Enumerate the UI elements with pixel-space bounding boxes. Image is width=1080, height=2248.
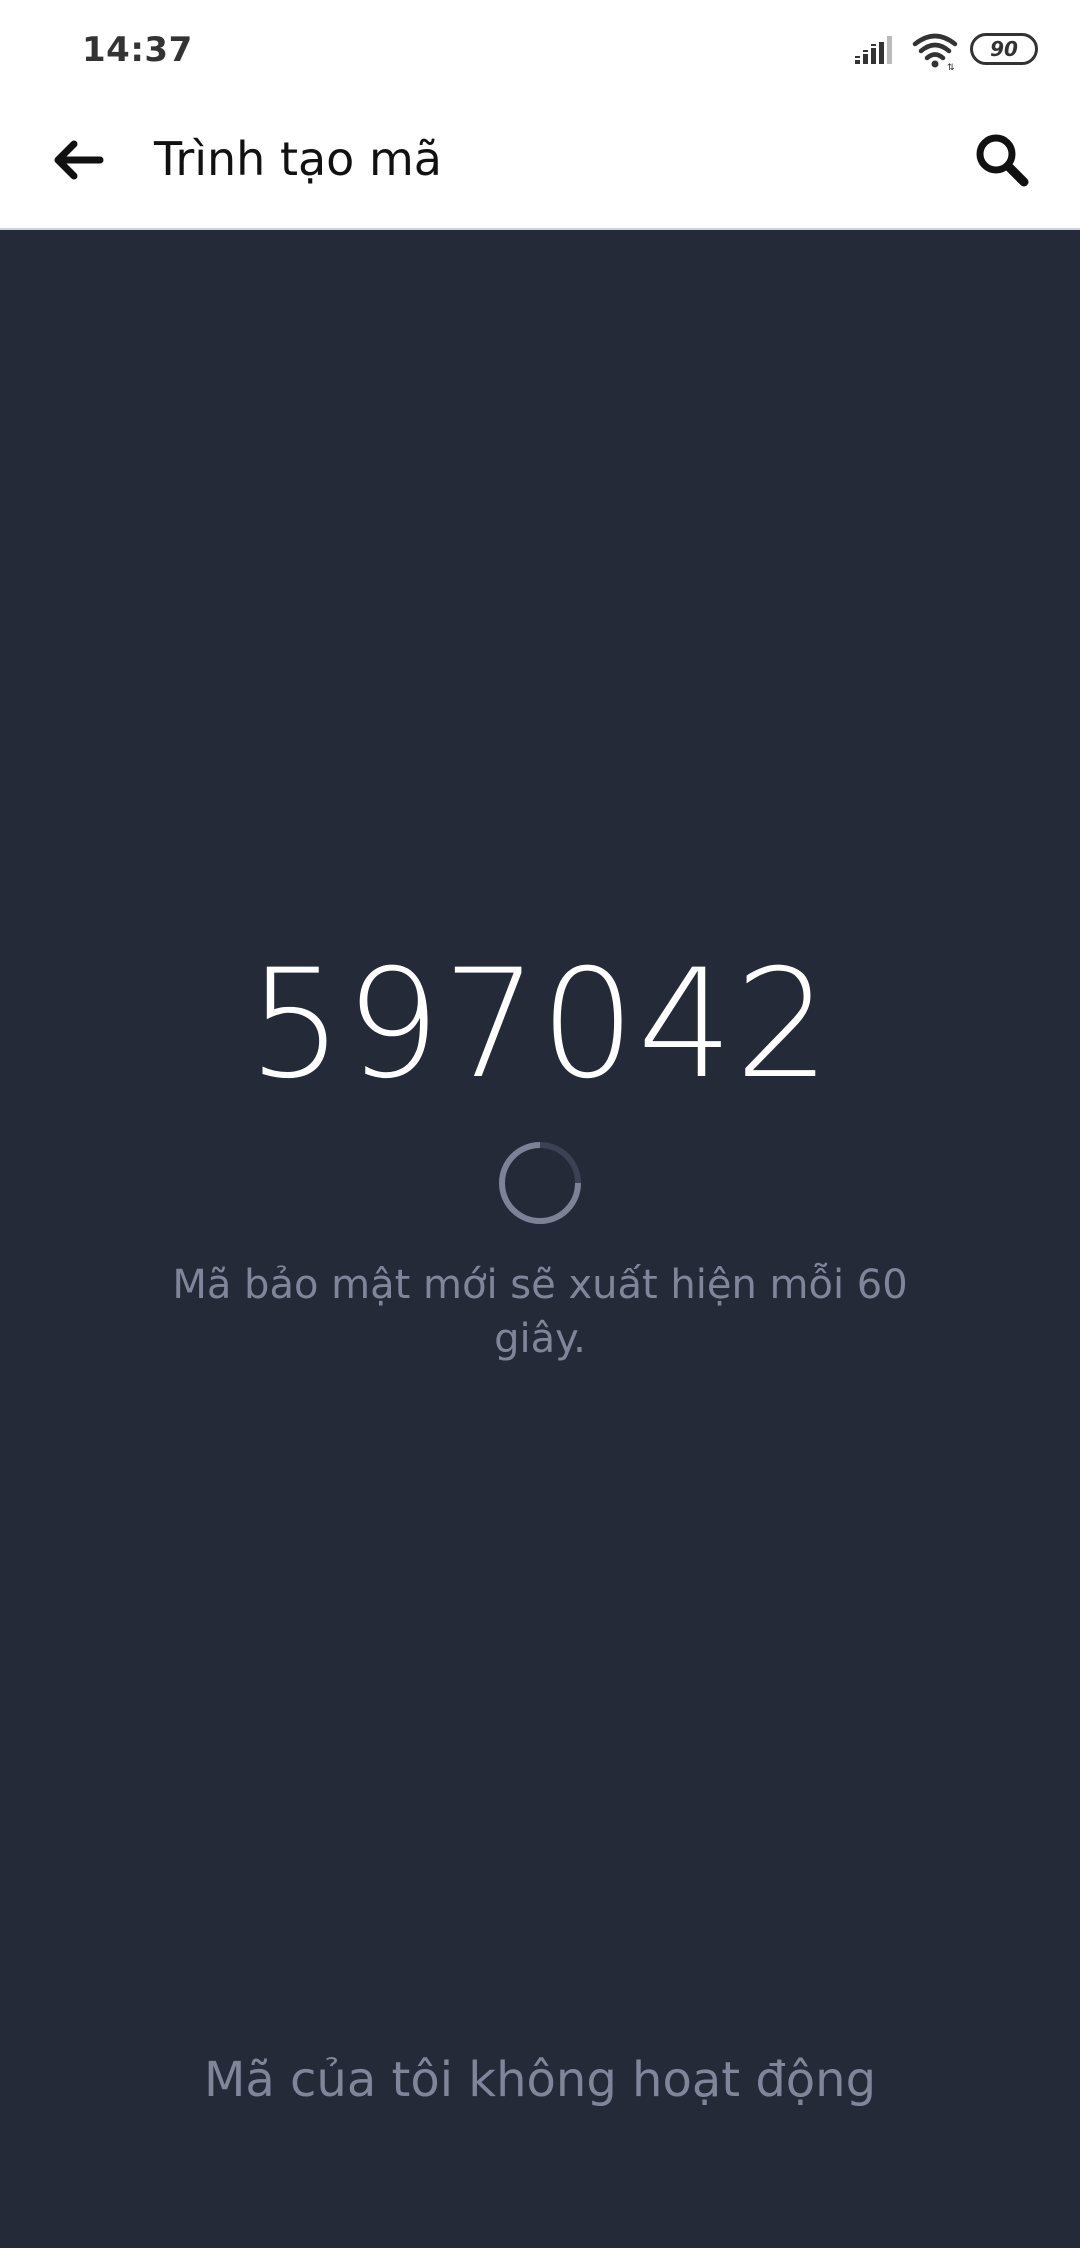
back-button[interactable] (40, 122, 116, 198)
arrow-left-icon (54, 140, 104, 180)
battery-icon: 90 (970, 33, 1038, 65)
status-time: 14:37 (82, 30, 193, 70)
status-bar: 14:37 ⇅ 90 (0, 0, 1080, 100)
signal-icon (855, 36, 892, 64)
toolbar: Trình tạo mã (0, 100, 1080, 230)
battery-level: 90 (990, 37, 1018, 61)
search-icon (976, 134, 1029, 187)
page-title: Trình tạo mã (154, 132, 442, 186)
security-code: 597042 (247, 938, 833, 1112)
code-not-working-link[interactable]: Mã của tôi không hoạt động (0, 2052, 1080, 2108)
svg-text:⇅: ⇅ (947, 63, 955, 70)
code-generator-panel: 597042 Mã bảo mật mới sẽ xuất hiện mỗi 6… (0, 230, 1080, 2248)
search-button[interactable] (964, 122, 1040, 198)
code-refresh-info: Mã bảo mật mới sẽ xuất hiện mỗi 60 giây. (172, 1262, 908, 1362)
countdown-spinner-icon (499, 1142, 581, 1224)
wifi-icon: ⇅ (912, 33, 958, 70)
